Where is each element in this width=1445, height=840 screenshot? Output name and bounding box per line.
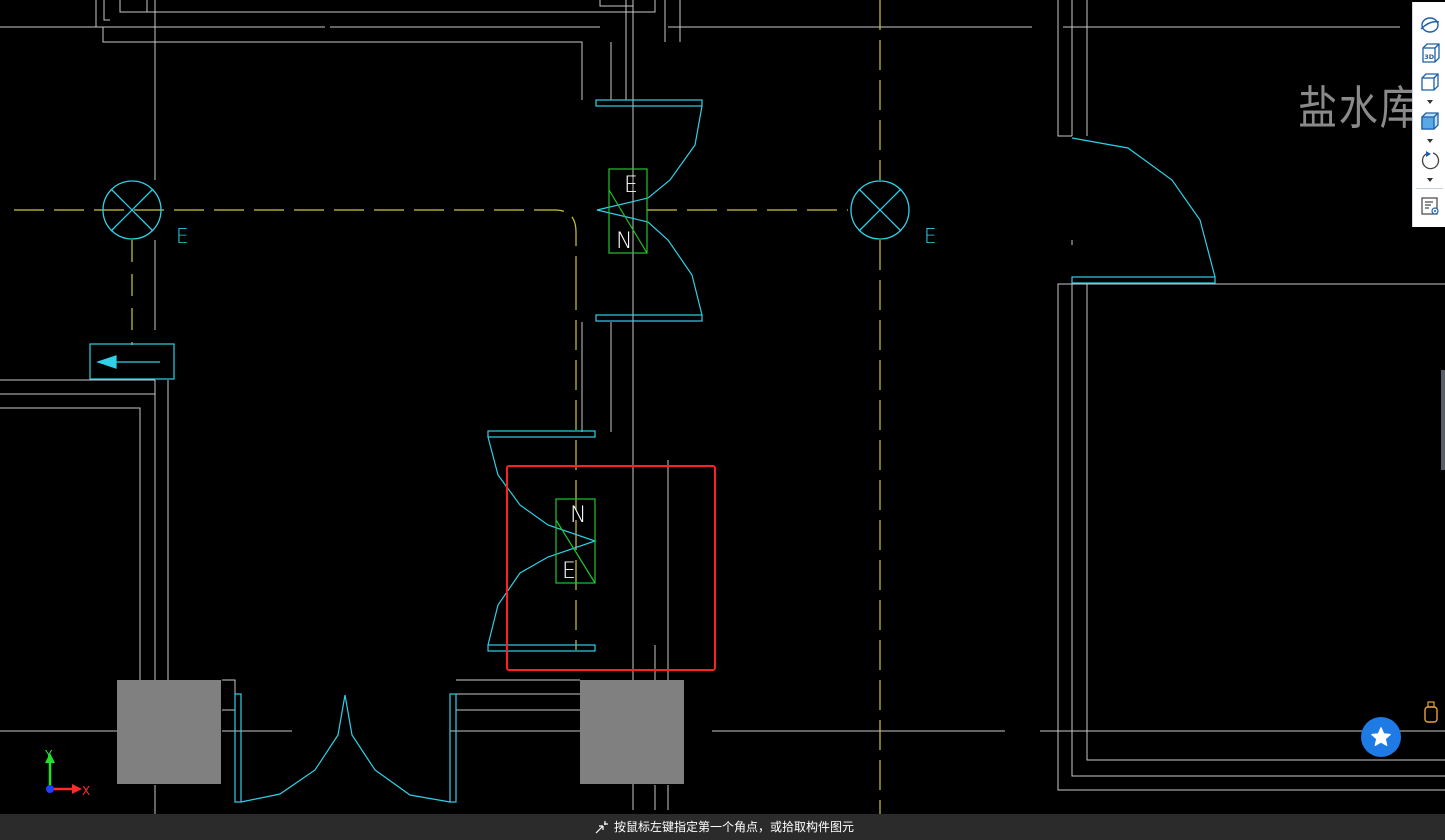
- fixture-tag-right: E: [924, 224, 937, 248]
- door-top-letter-n: N: [616, 229, 632, 254]
- usb-icon[interactable]: [1423, 700, 1439, 724]
- selection-rectangle: [506, 465, 716, 671]
- view-list-icon[interactable]: [1417, 193, 1443, 219]
- ucs-x-label: X: [82, 784, 90, 798]
- column-right: [580, 680, 684, 784]
- drawing-viewport[interactable]: E E E N N E: [0, 0, 1445, 814]
- view-cube-icon[interactable]: [1417, 69, 1443, 95]
- star-icon: [1371, 727, 1391, 746]
- ucs-y-label: Y: [44, 748, 53, 762]
- rotate-icon[interactable]: [1417, 147, 1443, 173]
- view-cube-dropdown-icon: [1427, 100, 1433, 104]
- favorite-button[interactable]: [1361, 717, 1401, 757]
- exit-arrow-sign: [89, 343, 175, 380]
- door-right-room: [1071, 137, 1216, 284]
- fixture-tag-left: E: [176, 224, 189, 248]
- ucs-icon: Y X: [40, 745, 100, 801]
- shaded-view-icon[interactable]: [1417, 108, 1443, 134]
- orbit-icon[interactable]: [1417, 12, 1443, 38]
- 3d-view-icon[interactable]: 3D: [1417, 40, 1443, 66]
- shaded-view-dropdown-icon: [1427, 139, 1433, 143]
- door-top-letter-e: E: [624, 173, 638, 198]
- rotate-dropdown-icon: [1427, 178, 1433, 182]
- door-entrance: [234, 693, 457, 803]
- side-panel-tab[interactable]: [1441, 370, 1445, 470]
- door-bottom-letter-e: E: [562, 559, 576, 584]
- light-fixture-right: [850, 180, 910, 240]
- door-bottom: [487, 430, 597, 652]
- view-toolbar: 3D: [1412, 2, 1445, 227]
- status-bar: 按鼠标左键指定第一个角点，或拾取构件图元: [0, 814, 1445, 840]
- column-left: [117, 680, 221, 784]
- command-prompt: 按鼠标左键指定第一个角点，或拾取构件图元: [614, 820, 855, 834]
- door-bottom-letter-n: N: [570, 503, 586, 528]
- pick-cursor-icon: [595, 820, 608, 833]
- 3d-view-label: 3D: [1424, 53, 1435, 61]
